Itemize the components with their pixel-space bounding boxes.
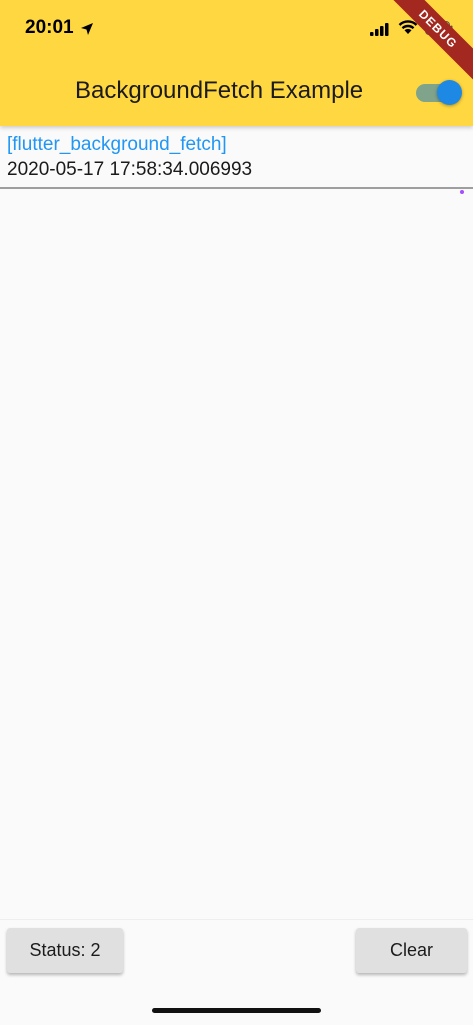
location-arrow-icon xyxy=(81,23,93,35)
home-indicator[interactable] xyxy=(152,1008,321,1013)
status-button[interactable]: Status: 2 xyxy=(7,928,123,973)
debug-banner: DEBUG xyxy=(380,0,473,87)
app-bar: 20:01 DEBUG BackgroundFetch Example xyxy=(0,0,473,126)
page-title: BackgroundFetch Example xyxy=(75,77,364,104)
list-item: [flutter_background_fetch] 2020-05-17 17… xyxy=(0,126,473,189)
log-timestamp: 2020-05-17 17:58:34.006993 xyxy=(7,159,253,180)
cellular-signal-icon xyxy=(370,23,389,36)
toggle-thumb xyxy=(437,80,462,105)
clear-button[interactable]: Clear xyxy=(356,928,467,973)
enable-toggle[interactable] xyxy=(416,80,462,105)
log-tag: [flutter_background_fetch] xyxy=(7,134,227,155)
scroll-indicator-dot xyxy=(460,190,464,194)
status-time: 20:01 xyxy=(25,17,74,38)
